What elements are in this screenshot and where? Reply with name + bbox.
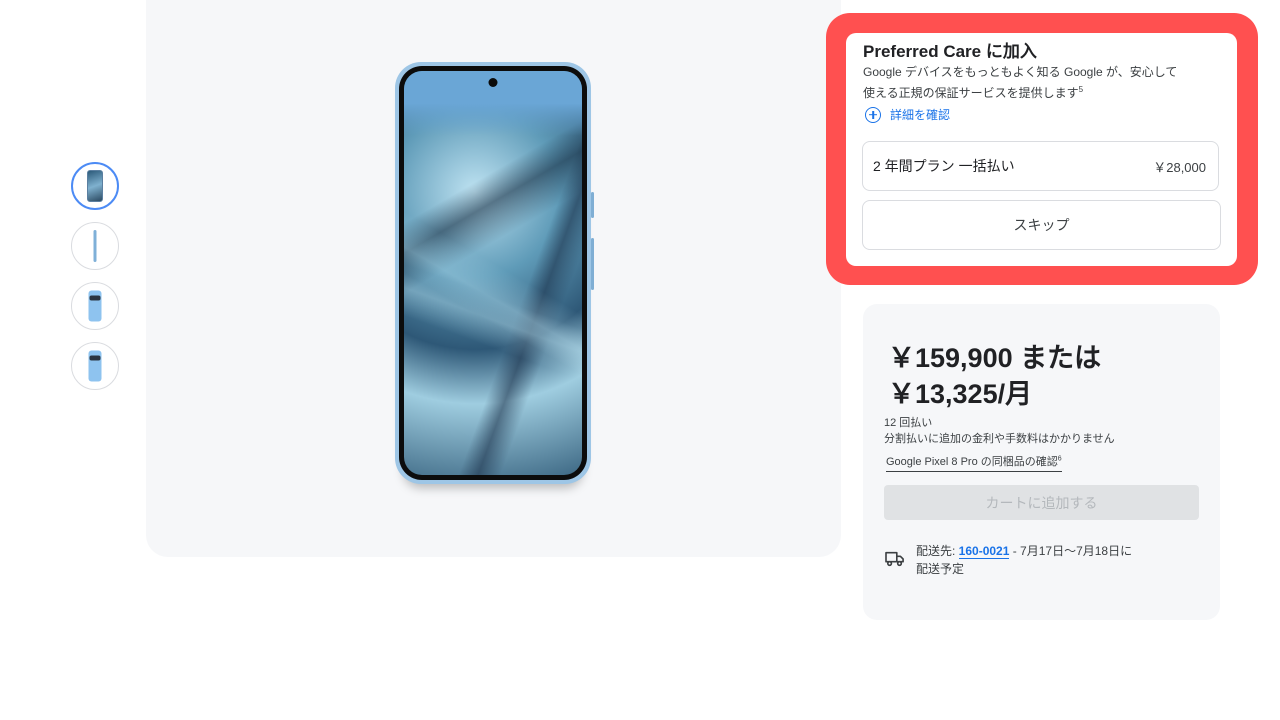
phone-bezel xyxy=(399,66,587,480)
installment-count: 12 回払い xyxy=(884,417,933,429)
plan-price: ￥28,000 xyxy=(1153,159,1206,175)
preferred-care-section: Preferred Care に加入 Google デバイスをもっともよく知る … xyxy=(846,33,1237,266)
installment-note: 分割払いに追加の金利や手数料はかかりません xyxy=(884,433,1115,445)
phone-back-thumbnail-image xyxy=(88,290,102,322)
phone-side-thumbnail-image xyxy=(93,230,97,262)
truck-icon xyxy=(885,551,904,567)
skip-button[interactable]: スキップ xyxy=(862,200,1221,250)
included-footnote: 6 xyxy=(1057,455,1062,463)
thumbnail-list xyxy=(71,162,119,402)
thumbnail-side[interactable] xyxy=(71,222,119,270)
care-plan-option[interactable]: 2 年間プラン 一括払い ￥28,000 xyxy=(862,141,1219,191)
phone-volume-button xyxy=(591,238,594,290)
included-items-link[interactable]: Google Pixel 8 Pro の同梱品の確認6 xyxy=(886,453,1062,472)
thumbnail-front[interactable] xyxy=(71,162,119,210)
product-gallery xyxy=(146,0,841,557)
care-footnote: 5 xyxy=(1078,85,1084,94)
product-image-phone xyxy=(395,62,594,484)
care-title: Preferred Care に加入 xyxy=(863,42,1037,61)
purchase-card: ￥159,900 または ￥13,325/月 12 回払い 分割払いに追加の金利… xyxy=(863,304,1220,620)
thumbnail-back-angle[interactable] xyxy=(71,342,119,390)
installment-info: 12 回払い 分割払いに追加の金利や手数料はかかりません xyxy=(884,415,1115,447)
plan-name: 2 年間プラン 一括払い xyxy=(873,158,1015,174)
delivery-dates: - 7月17日〜7月18日に xyxy=(1009,544,1133,558)
thumbnail-back[interactable] xyxy=(71,282,119,330)
care-description-line1: Google デバイスをもっともよく知る Google が、安心して xyxy=(863,65,1178,79)
delivery-info: 配送先: 160-0021 - 7月17日〜7月18日に 配送予定 xyxy=(884,542,1132,578)
delivery-text: 配送先: 160-0021 - 7月17日〜7月18日に 配送予定 xyxy=(916,542,1132,578)
price-line1: ￥159,900 または xyxy=(888,343,1102,373)
care-description-line2: 使える正規の保証サービスを提供します xyxy=(863,86,1079,100)
included-items-label: Google Pixel 8 Pro の同梱品の確認 xyxy=(886,456,1058,468)
delivery-suffix: 配送予定 xyxy=(916,562,965,576)
care-details-label: 詳細を確認 xyxy=(890,108,951,122)
price-display: ￥159,900 または ￥13,325/月 xyxy=(888,340,1101,412)
add-to-cart-button[interactable]: カートに追加する xyxy=(884,485,1199,520)
phone-side-button xyxy=(591,192,594,218)
plus-circle-icon xyxy=(865,106,881,123)
care-details-link[interactable]: 詳細を確認 xyxy=(865,106,950,123)
zip-code-link[interactable]: 160-0021 xyxy=(958,544,1010,559)
phone-back-angle-thumbnail-image xyxy=(88,350,102,382)
price-line2: ￥13,325/月 xyxy=(888,379,1033,409)
care-description: Google デバイスをもっともよく知る Google が、安心して 使える正規… xyxy=(863,64,1213,102)
phone-front-thumbnail-image xyxy=(87,170,103,202)
phone-screen-wallpaper xyxy=(404,71,582,475)
front-camera xyxy=(488,78,498,87)
delivery-prefix: 配送先: xyxy=(916,544,959,558)
